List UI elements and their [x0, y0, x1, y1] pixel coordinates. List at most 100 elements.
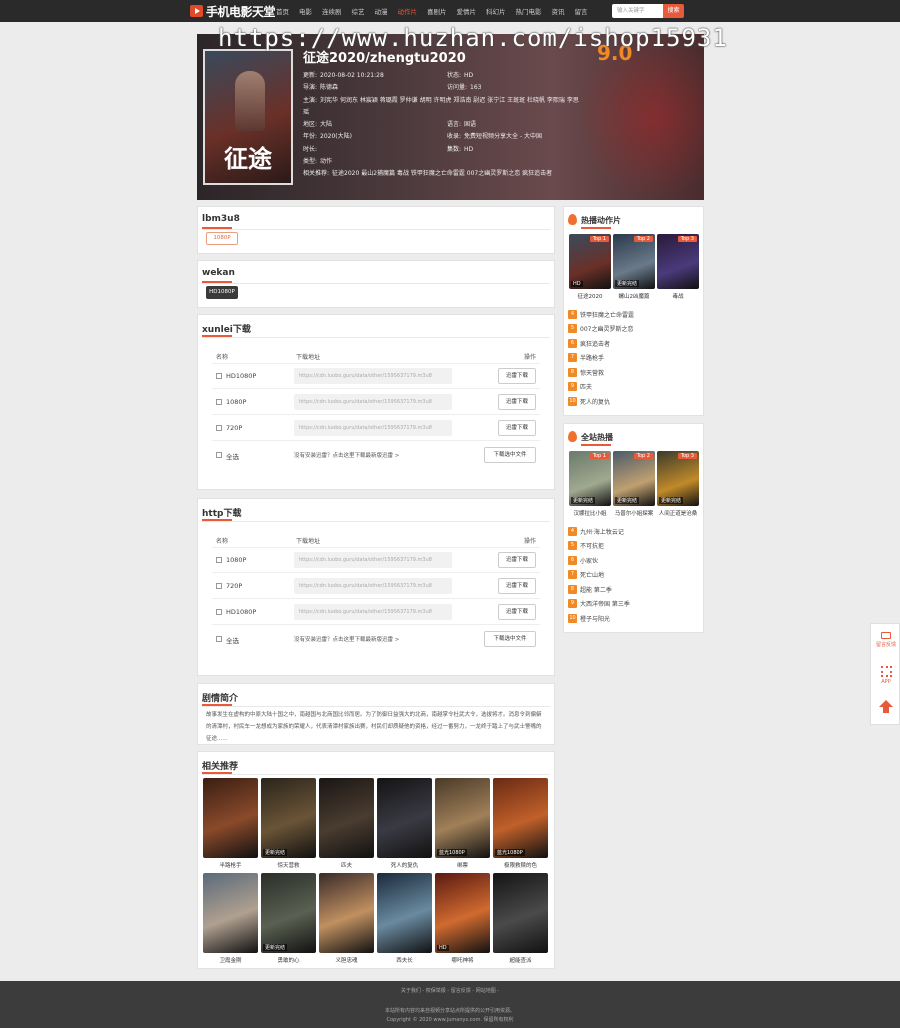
hot-name[interactable]: 人间正道是沧桑 [657, 509, 699, 517]
hot-list-item[interactable]: 6 小家伙 [568, 555, 598, 565]
hot-list-item[interactable]: 8 超能 第二季 [568, 584, 612, 594]
hot-list-item[interactable]: 7 半路枪手 [568, 353, 604, 363]
related-name[interactable]: 半路枪手 [203, 861, 258, 869]
related-movie[interactable]: 死人的复仇 [377, 778, 432, 869]
related-poster[interactable]: 蓝光1080P [435, 778, 490, 858]
hot-poster[interactable]: Top 1 更新完结 [569, 451, 611, 506]
nav-item[interactable]: 爱情片 [457, 6, 477, 16]
related-name[interactable]: 惊天营救 [261, 861, 316, 869]
back-to-top-button[interactable] [875, 700, 897, 713]
footer-links[interactable]: 关于我们 - 权保举报 - 留言反馈 - 网站地图 - [0, 987, 900, 994]
related-poster[interactable] [493, 873, 548, 953]
nav-item[interactable]: 资讯 [552, 6, 565, 16]
xunlei-download-button[interactable]: 迅雷下载 [498, 578, 536, 594]
row-checkbox[interactable] [216, 609, 222, 615]
related-movie[interactable]: 义胆忠魂 [319, 873, 374, 964]
related-name[interactable]: 绑票 [435, 861, 490, 869]
hot-list-item[interactable]: 7 死亡山地 [568, 570, 604, 580]
hot-list-name[interactable]: 不可抗拒 [580, 541, 604, 550]
related-movie[interactable]: 蓝光1080P 绑票 [435, 778, 490, 869]
xunlei-download-button[interactable]: 迅雷下载 [498, 394, 536, 410]
info-value[interactable]: 刘宪华 何润东 林宸颖 蒋璐霞 罗仲谦 胡明 许明虎 郑浩南 尉迟 张宁江 王斑… [303, 97, 579, 116]
hot-list-item[interactable]: 8 惊天营救 [568, 367, 604, 377]
download-url[interactable]: https://cdn.luobo.guru/data/other/159563… [294, 420, 452, 436]
nav-item[interactable]: 首页 [276, 6, 289, 16]
related-poster[interactable] [377, 873, 432, 953]
row-checkbox[interactable] [216, 583, 222, 589]
related-movie[interactable]: 匹夫 [319, 778, 374, 869]
download-url[interactable]: https://cdn.luobo.guru/data/other/159563… [294, 578, 452, 594]
nav-item[interactable]: 电影 [299, 6, 312, 16]
hot-list-item[interactable]: 10 橙子与阳光 [568, 613, 610, 623]
related-name[interactable]: 哪吒神将 [435, 956, 490, 964]
row-checkbox[interactable] [216, 425, 222, 431]
hot-list-name[interactable]: 死人的复仇 [580, 397, 610, 406]
movie-poster[interactable]: 征途 [203, 49, 293, 185]
hot-list-item[interactable]: 5 007之幽灵罗斯之恋 [568, 324, 633, 334]
nav-item[interactable]: 动漫 [375, 6, 388, 16]
nav-item[interactable]: 科幻片 [486, 6, 506, 16]
related-poster[interactable] [203, 778, 258, 858]
hot-list-name[interactable]: 铁甲狂魔之亡命雷霆 [580, 310, 634, 319]
hot-thumb[interactable]: Top 2 更新完结马普尔小姐探案 [613, 451, 655, 517]
download-url[interactable]: https://cdn.luobo.guru/data/other/159563… [294, 552, 452, 568]
related-name[interactable]: 西夫长 [377, 956, 432, 964]
hot-name[interactable]: 征途2020 [569, 292, 611, 300]
hot-name[interactable]: 马普尔小姐探案 [613, 509, 655, 517]
hot-list-item[interactable]: 6 疯狂追击者 [568, 338, 610, 348]
related-name[interactable]: 死人的复仇 [377, 861, 432, 869]
hot-list-name[interactable]: 橙子与阳光 [580, 614, 610, 623]
hot-list-name[interactable]: 疯狂追击者 [580, 339, 610, 348]
hot-poster[interactable]: Top 3 更新完结 [657, 451, 699, 506]
related-name[interactable]: 匹夫 [319, 861, 374, 869]
related-poster[interactable]: 更新完结 [261, 778, 316, 858]
download-url[interactable]: https://cdn.luobo.guru/data/other/159563… [294, 394, 452, 410]
row-checkbox[interactable] [216, 557, 222, 563]
related-name[interactable]: 超能查派 [493, 956, 548, 964]
hot-list-item[interactable]: 10 死人的复仇 [568, 396, 610, 406]
related-name[interactable]: 义胆忠魂 [319, 956, 374, 964]
hot-thumb[interactable]: Top 2 更新完结 螺山2凶魔篇 [613, 234, 655, 300]
download-url[interactable]: https://cdn.luobo.guru/data/other/159563… [294, 604, 452, 620]
hot-list-item[interactable]: 9 匹夫 [568, 382, 592, 392]
hot-list-name[interactable]: 半路枪手 [580, 353, 604, 362]
related-name[interactable]: 卫霞金刚 [203, 956, 258, 964]
feedback-button[interactable]: 留言反馈 [875, 632, 897, 648]
related-movie[interactable]: 超能查派 [493, 873, 548, 964]
nav-item[interactable]: 连续剧 [322, 6, 342, 16]
search-button[interactable]: 搜索 [663, 4, 684, 18]
download-selected-button[interactable]: 下载选中文件 [484, 447, 536, 463]
related-poster[interactable]: 蓝光1080P [493, 778, 548, 858]
episode-tag[interactable]: HD1080P [206, 286, 238, 299]
nav-item[interactable]: 热门电影 [516, 6, 542, 16]
nav-item[interactable]: 喜剧片 [427, 6, 447, 16]
related-movie[interactable]: 西夫长 [377, 873, 432, 964]
info-value[interactable]: 征途2020 最山2捕魔篇 毒战 铁甲狂魔之亡命雷霆 007之幽灵罗斯之恋 疯狂… [332, 170, 552, 177]
hot-list-name[interactable]: 007之幽灵罗斯之恋 [580, 324, 633, 333]
episode-tag[interactable]: 1080P [206, 232, 238, 245]
hot-poster[interactable]: Top 2 更新完结 [613, 234, 655, 289]
related-poster[interactable]: HD [435, 873, 490, 953]
related-movie[interactable]: 更新完结 勇敢的心 [261, 873, 316, 964]
hot-list-item[interactable]: 9 大西洋帝国 第三季 [568, 599, 630, 609]
app-button[interactable]: APP [875, 666, 897, 685]
download-selected-button[interactable]: 下载选中文件 [484, 631, 536, 647]
related-movie[interactable]: 半路枪手 [203, 778, 258, 869]
hot-thumb[interactable]: Top 3 更新完结人间正道是沧桑 [657, 451, 699, 517]
hot-name[interactable]: 汉娜拉比小姐 [569, 509, 611, 517]
nav-item[interactable]: 留言 [575, 6, 588, 16]
related-movie[interactable]: 卫霞金刚 [203, 873, 258, 964]
hot-list-name[interactable]: 惊天营救 [580, 368, 604, 377]
hot-poster[interactable]: Top 2 更新完结 [613, 451, 655, 506]
search-input[interactable]: 输入关键字 [612, 4, 664, 18]
row-checkbox[interactable] [216, 373, 222, 379]
hot-list-name[interactable]: 小家伙 [580, 556, 598, 565]
hot-poster[interactable]: Top 3 [657, 234, 699, 289]
xunlei-download-button[interactable]: 迅雷下载 [498, 420, 536, 436]
row-checkbox[interactable] [216, 399, 222, 405]
related-poster[interactable] [319, 873, 374, 953]
download-url[interactable]: https://cdn.luobo.guru/data/other/159563… [294, 368, 452, 384]
related-movie[interactable]: 蓝光1080P 极限救赎的色 [493, 778, 548, 869]
hot-list-item[interactable]: 4 九州·海上牧云记 [568, 526, 624, 536]
related-name[interactable]: 勇敢的心 [261, 956, 316, 964]
